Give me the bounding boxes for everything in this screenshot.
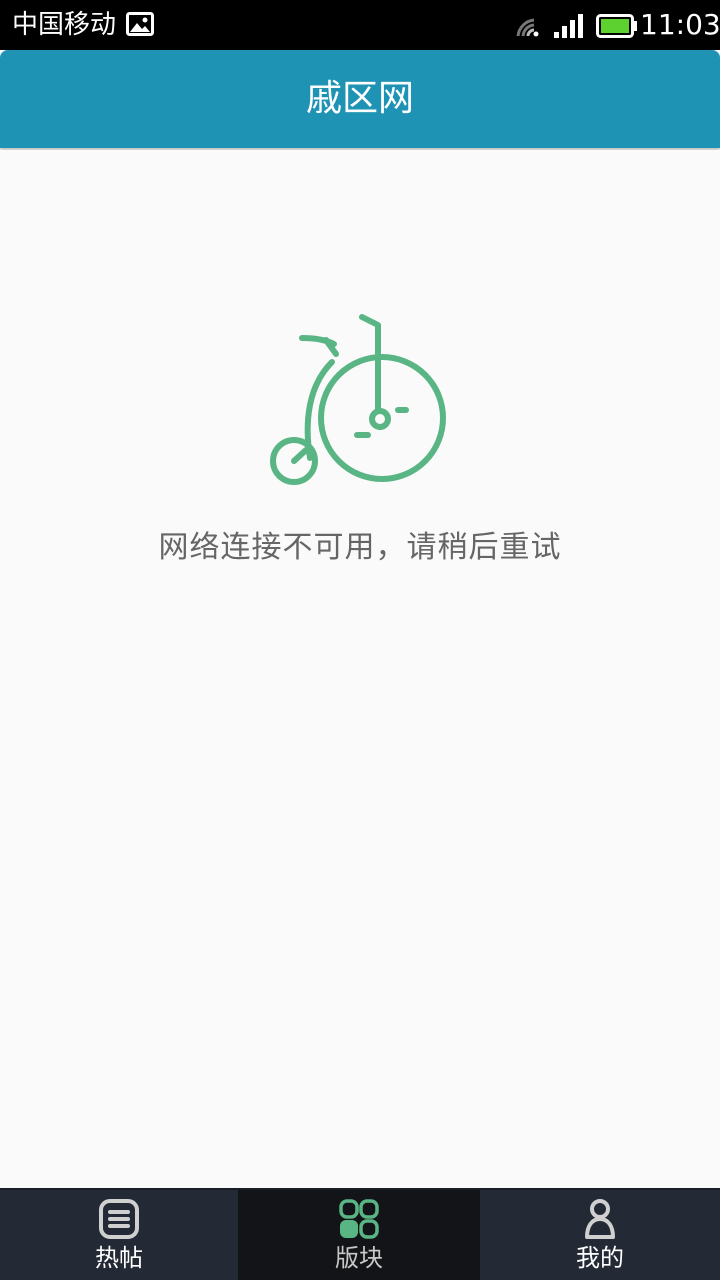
signal-icon: [554, 14, 583, 38]
wifi-icon: [516, 18, 539, 37]
main-content: 网络连接不可用，请稍后重试: [0, 150, 720, 1188]
status-bar: 中国移动 11:03: [0, 0, 720, 50]
tab-label: 热帖: [95, 1244, 143, 1272]
tab-sections[interactable]: 版块: [238, 1188, 480, 1280]
status-time: 11:03: [640, 8, 720, 41]
list-icon: [99, 1199, 139, 1239]
tab-label: 我的: [576, 1244, 624, 1272]
tab-hot-posts[interactable]: 热帖: [0, 1188, 238, 1280]
tab-mine[interactable]: 我的: [480, 1188, 720, 1280]
page-title: 戚区网: [305, 78, 414, 119]
user-icon: [585, 1199, 615, 1239]
network-error-message: 网络连接不可用，请稍后重试: [158, 530, 562, 565]
penny-farthing-bicycle-icon: [270, 314, 446, 485]
grid-icon: [339, 1199, 379, 1239]
battery-icon: [596, 14, 637, 38]
title-bar: 戚区网: [0, 50, 720, 148]
carrier-name: 中国移动: [12, 10, 117, 40]
image-notification-icon: [126, 12, 154, 36]
bottom-tab-bar: 热帖 版块 我的: [0, 1188, 720, 1280]
tab-label: 版块: [335, 1244, 383, 1272]
